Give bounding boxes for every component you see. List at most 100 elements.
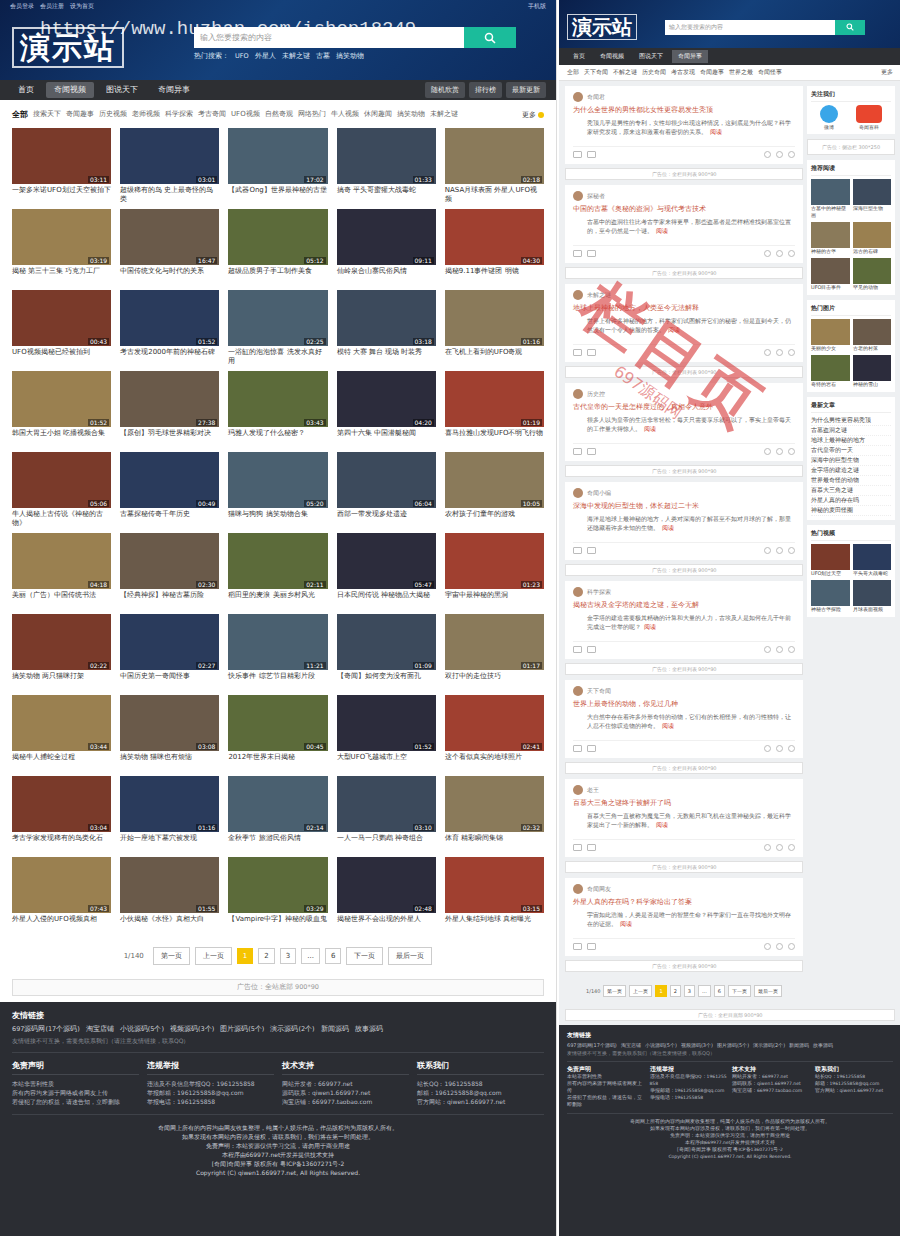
category-item[interactable]: 未解之谜 xyxy=(430,109,458,120)
video-card[interactable]: 00:49古墓探秘传奇千年历史 xyxy=(120,452,219,528)
video-card[interactable]: 06:04西部一带发现多处遗迹 xyxy=(337,452,436,528)
latest-item[interactable]: 深海中的巨型生物 xyxy=(811,456,891,466)
share-icon[interactable] xyxy=(764,943,771,950)
video-title[interactable]: 日本民间传说 神秘物品大揭秘 xyxy=(337,591,436,609)
picture-thumbnail[interactable] xyxy=(811,355,850,381)
favorite-icon[interactable] xyxy=(776,151,783,158)
video-card[interactable]: 03:19揭秘 第三十三集 巧克力工厂 xyxy=(12,209,111,285)
video-thumbnail[interactable]: 02:27 xyxy=(120,614,219,670)
video-thumbnail[interactable]: 00:49 xyxy=(120,452,219,508)
report-icon[interactable] xyxy=(788,547,795,554)
hot-word[interactable]: UFO xyxy=(235,52,249,61)
like-icon[interactable] xyxy=(587,448,596,455)
video-thumbnail[interactable]: 00:45 xyxy=(228,695,327,751)
video-thumbnail[interactable] xyxy=(811,544,850,570)
post-user[interactable]: 奇闻君 xyxy=(587,94,605,101)
like-icon[interactable] xyxy=(587,745,596,752)
video-title[interactable]: 牛人揭秘上古传说《神秘的古物》 xyxy=(12,510,111,528)
video-title[interactable]: 宇宙中最神秘的黑洞 xyxy=(445,591,544,609)
search-input[interactable]: 输入您要搜索的内容 xyxy=(194,27,464,48)
recommend-item[interactable]: 罕见的动物 xyxy=(853,258,892,291)
video-item[interactable]: 神秘古堡探险 xyxy=(811,580,850,613)
video-item[interactable]: 月球表面视频 xyxy=(853,580,892,613)
video-thumbnail[interactable]: 01:19 xyxy=(445,371,544,427)
latest-item[interactable]: 金字塔的建造之谜 xyxy=(811,466,891,476)
picture-item[interactable]: 美丽的少女 xyxy=(811,319,850,352)
picture-title[interactable]: 美丽的少女 xyxy=(811,345,850,352)
friend-link[interactable]: 新闻源码 xyxy=(321,1025,349,1034)
recommend-title[interactable]: 罕见的动物 xyxy=(853,284,892,291)
favorite-icon[interactable] xyxy=(776,448,783,455)
share-icon[interactable] xyxy=(764,349,771,356)
picture-thumbnail[interactable] xyxy=(853,319,892,345)
video-title[interactable]: 外星人入侵的UFO视频真相 xyxy=(12,915,111,933)
video-card[interactable]: 05:20猫咪与狗狗 搞笑动物合集 xyxy=(228,452,327,528)
video-card[interactable]: 09:11仙岭泉合山寨民俗风情 xyxy=(337,209,436,285)
video-card[interactable]: 01:16在飞机上看到的UFO奇观 xyxy=(445,290,544,366)
report-icon[interactable] xyxy=(788,349,795,356)
favorite-icon[interactable] xyxy=(776,844,783,851)
friend-link[interactable]: 淘宝店铺 xyxy=(86,1025,114,1034)
video-item[interactable]: UFO划过天空 xyxy=(811,544,850,577)
prev-page-button[interactable]: 上一页 xyxy=(629,985,652,997)
video-card[interactable]: 03:43玛雅人发现了什么秘密？ xyxy=(228,371,327,447)
post-user[interactable]: 探秘者 xyxy=(587,193,605,200)
video-thumbnail[interactable]: 07:43 xyxy=(12,857,111,913)
video-card[interactable]: 01:19喜马拉雅山发现UFO不明飞行物 xyxy=(445,371,544,447)
video-title[interactable]: 美丽（广告）中国传统书法 xyxy=(12,591,111,609)
post-title[interactable]: 中国的古墓《奥秘的盗洞》与现代考古技术 xyxy=(573,205,795,214)
page-number[interactable]: ... xyxy=(698,985,711,997)
video-card[interactable]: 03:15 外星人集结到地球 真相曝光 xyxy=(445,857,544,933)
video-thumbnail[interactable]: 03:01 xyxy=(120,128,219,184)
latest-item[interactable]: 外星人真的存在吗 xyxy=(811,496,891,506)
post-title[interactable]: 为什么全世界的男性都比女性更容易发生秃顶 xyxy=(573,106,795,115)
subcategory-item[interactable]: 奇闻趣事 xyxy=(700,69,724,76)
video-card[interactable]: 01:09【奇闻】如何变为没有面孔 xyxy=(337,614,436,690)
like-icon[interactable] xyxy=(587,547,596,554)
next-page-button[interactable]: 下一页 xyxy=(728,985,751,997)
video-card[interactable]: 02:27中国历史第一奇闻怪事 xyxy=(120,614,219,690)
share-icon[interactable] xyxy=(764,844,771,851)
video-title[interactable]: 开始一座地下墓穴被发现 xyxy=(120,834,219,852)
comment-icon[interactable] xyxy=(573,151,582,158)
like-icon[interactable] xyxy=(587,844,596,851)
report-icon[interactable] xyxy=(788,943,795,950)
video-thumbnail[interactable]: 04:30 xyxy=(445,209,544,265)
latest-item[interactable]: 世界最奇怪的动物 xyxy=(811,476,891,486)
video-thumbnail[interactable]: 05:47 xyxy=(337,533,436,589)
video-title[interactable]: 双打中的走位技巧 xyxy=(445,672,544,690)
friend-link[interactable]: 图片源码(5个) xyxy=(220,1025,264,1034)
nav-item[interactable]: 奇闻视频 xyxy=(46,82,94,98)
video-card[interactable]: 01:33搞奇 平头哥蜜獾大战毒蛇 xyxy=(337,128,436,204)
comment-icon[interactable] xyxy=(573,745,582,752)
mobile-link[interactable]: 手机版 xyxy=(528,2,546,11)
video-thumbnail[interactable]: 01:09 xyxy=(337,614,436,670)
latest-item[interactable]: 神秘的麦田怪圈 xyxy=(811,506,891,516)
read-more-link[interactable]: 阅读 xyxy=(644,624,656,630)
video-card[interactable]: 00:43UFO视频揭秘已经被拍到 xyxy=(12,290,111,366)
video-thumbnail[interactable]: 03:15 xyxy=(445,857,544,913)
video-title[interactable]: 韩国大胃王小姐 吃播视频合集 xyxy=(12,429,111,447)
video-title[interactable]: 外星人集结到地球 真相曝光 xyxy=(445,915,544,933)
post-user[interactable]: 老王 xyxy=(587,787,599,794)
next-page-button[interactable]: 下一页 xyxy=(346,947,383,965)
page-number[interactable]: 6 xyxy=(714,985,725,997)
like-icon[interactable] xyxy=(587,943,596,950)
video-thumbnail[interactable] xyxy=(811,580,850,606)
video-title[interactable]: 一浴缸的泡泡惊喜 洗发水真好用 xyxy=(228,348,327,366)
video-thumbnail[interactable]: 03:19 xyxy=(12,209,111,265)
comment-icon[interactable] xyxy=(573,547,582,554)
post-user[interactable]: 天下奇闻 xyxy=(587,688,611,695)
like-icon[interactable] xyxy=(587,151,596,158)
latest-item[interactable]: 为什么男性更容易秃顶 xyxy=(811,416,891,426)
video-title[interactable]: 揭秘世界不会出现的外星人 xyxy=(337,915,436,933)
video-title[interactable]: 考古发现2000年前的神秘石碑 xyxy=(120,348,219,366)
picture-item[interactable]: 神秘的雪山 xyxy=(853,355,892,388)
nav-item[interactable]: 图说天下 xyxy=(98,82,146,98)
report-icon[interactable] xyxy=(788,646,795,653)
video-card[interactable]: 03:10一人一马一只鹦鹉 神奇组合 xyxy=(337,776,436,852)
video-thumbnail[interactable]: 02:11 xyxy=(228,533,327,589)
page-number[interactable]: 2 xyxy=(258,948,274,964)
video-title[interactable]: 【经典神探】神秘古墓历险 xyxy=(120,591,219,609)
logo[interactable]: 演示站 xyxy=(567,14,637,40)
